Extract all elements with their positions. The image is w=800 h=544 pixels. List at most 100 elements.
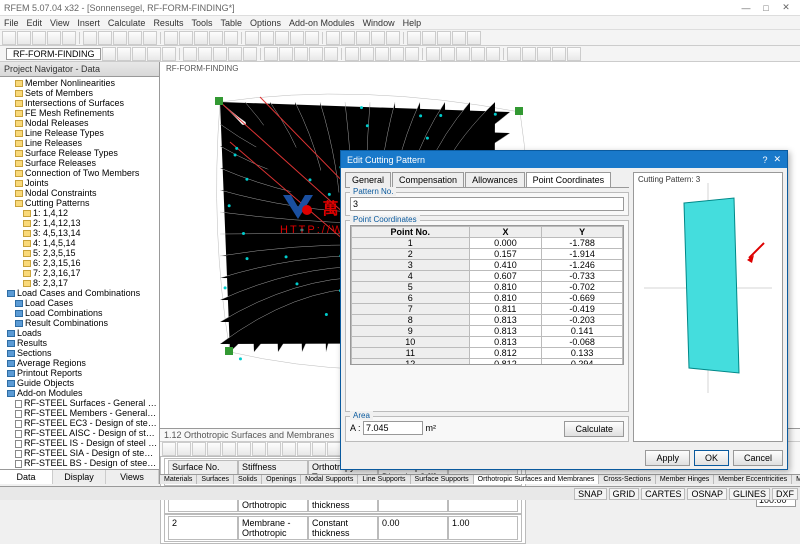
toolbar-button[interactable]	[471, 47, 485, 61]
toolbar-button[interactable]	[260, 31, 274, 45]
tree-item[interactable]: 7: 2,3,16,17	[1, 268, 158, 278]
tree-item[interactable]: Printout Reports	[1, 368, 158, 378]
toolbar-button[interactable]	[213, 47, 227, 61]
pattern-no-input[interactable]	[350, 197, 624, 211]
toolbar-button[interactable]	[567, 47, 581, 61]
toolbar-button[interactable]	[324, 47, 338, 61]
status-cartes[interactable]: CARTES	[641, 488, 685, 500]
toolbar-button[interactable]	[309, 47, 323, 61]
grid-tab[interactable]: Openings	[262, 475, 301, 484]
grid-tab[interactable]: Cross-Sections	[599, 475, 655, 484]
status-snap[interactable]: SNAP	[574, 488, 607, 500]
toolbar-button[interactable]	[386, 31, 400, 45]
tree-item[interactable]: Guide Objects	[1, 378, 158, 388]
toolbar-button[interactable]	[507, 47, 521, 61]
toolbar-button[interactable]	[486, 47, 500, 61]
dialog-close-icon[interactable]: ✕	[773, 154, 781, 165]
toolbar-button[interactable]	[467, 31, 481, 45]
menu-results[interactable]: Results	[153, 18, 183, 28]
dialog-tab-compensation[interactable]: Compensation	[392, 172, 464, 187]
toolbar-button[interactable]	[143, 31, 157, 45]
tree-item[interactable]: Cutting Patterns	[1, 198, 158, 208]
grid-tab[interactable]: Nodal Supports	[301, 475, 358, 484]
toolbar-button[interactable]	[117, 47, 131, 61]
toolbar-button[interactable]	[375, 47, 389, 61]
dialog-tab-point-coordinates[interactable]: Point Coordinates	[526, 172, 612, 187]
toolbar-button[interactable]	[407, 31, 421, 45]
toolbar-button[interactable]	[441, 47, 455, 61]
tree-item[interactable]: Surface Releases	[1, 158, 158, 168]
ok-button[interactable]: OK	[694, 450, 729, 466]
area-input[interactable]	[363, 421, 423, 435]
dialog-help-icon[interactable]: ?	[762, 155, 767, 165]
menu-edit[interactable]: Edit	[27, 18, 43, 28]
toolbar-button[interactable]	[552, 47, 566, 61]
tree-item[interactable]: RF-STEEL AISC - Design of steel members …	[1, 428, 158, 438]
tree-item[interactable]: 3: 4,5,13,14	[1, 228, 158, 238]
toolbar-button[interactable]	[209, 31, 223, 45]
toolbar-button[interactable]	[47, 31, 61, 45]
tree-item[interactable]: Result Combinations	[1, 318, 158, 328]
toolbar-button[interactable]	[426, 47, 440, 61]
toolbar-button[interactable]	[456, 47, 470, 61]
toolbar-button[interactable]	[356, 31, 370, 45]
tree-item[interactable]: Loads	[1, 328, 158, 338]
cancel-button[interactable]: Cancel	[733, 450, 783, 466]
tree-item[interactable]: Member Nonlinearities	[1, 78, 158, 88]
status-glines[interactable]: GLINES	[729, 488, 770, 500]
toolbar-button[interactable]	[164, 31, 178, 45]
coordinates-table[interactable]: Point No.XY10.000-1.78820.157-1.91430.41…	[351, 226, 623, 365]
toolbar-button[interactable]	[360, 47, 374, 61]
tree-item[interactable]: RF-STEEL Surfaces - General stress analy…	[1, 398, 158, 408]
toolbar-button[interactable]	[294, 47, 308, 61]
dialog-tab-allowances[interactable]: Allowances	[465, 172, 525, 187]
tree-item[interactable]: Nodal Constraints	[1, 188, 158, 198]
toolbar-button[interactable]	[198, 47, 212, 61]
tree-item[interactable]: Nodal Releases	[1, 118, 158, 128]
toolbar-button[interactable]	[2, 31, 16, 45]
toolbar-button[interactable]	[162, 47, 176, 61]
tree-item[interactable]: 8: 2,3,17	[1, 278, 158, 288]
toolbar-button[interactable]	[113, 31, 127, 45]
dialog-tab-general[interactable]: General	[345, 172, 391, 187]
tree-item[interactable]: 2: 1,4,12,13	[1, 218, 158, 228]
menu-help[interactable]: Help	[403, 18, 422, 28]
tree-item[interactable]: RF-STEEL Members - General stress analys…	[1, 408, 158, 418]
grid-tab[interactable]: Materials	[160, 475, 197, 484]
tree-item[interactable]: FE Mesh Refinements	[1, 108, 158, 118]
toolbar-button[interactable]	[147, 47, 161, 61]
tree-item[interactable]: Line Release Types	[1, 128, 158, 138]
toolbar-button[interactable]	[341, 31, 355, 45]
toolbar-button[interactable]	[305, 31, 319, 45]
toolbar-button[interactable]	[405, 47, 419, 61]
toolbar-button[interactable]	[228, 47, 242, 61]
grid-tab[interactable]: Surface Supports	[411, 475, 474, 484]
toolbar-button[interactable]	[243, 47, 257, 61]
close-icon[interactable]: ✕	[776, 2, 796, 13]
toolbar-button[interactable]	[17, 31, 31, 45]
menu-window[interactable]: Window	[363, 18, 395, 28]
toolbar-button[interactable]	[62, 31, 76, 45]
tree-item[interactable]: Add-on Modules	[1, 388, 158, 398]
toolbar-button[interactable]	[264, 47, 278, 61]
toolbar-button[interactable]	[194, 31, 208, 45]
toolbar-button[interactable]	[390, 47, 404, 61]
tree-item[interactable]: Connection of Two Members	[1, 168, 158, 178]
toolbar-button[interactable]	[83, 31, 97, 45]
tree-item[interactable]: RF-STEEL BS - Design of steel members ac…	[1, 458, 158, 468]
toolbar-button[interactable]	[345, 47, 359, 61]
status-osnap[interactable]: OSNAP	[687, 488, 727, 500]
toolbar-button[interactable]	[132, 47, 146, 61]
tree-item[interactable]: Load Combinations	[1, 308, 158, 318]
toolbar-button[interactable]	[290, 31, 304, 45]
tree-item[interactable]: 6: 2,3,15,16	[1, 258, 158, 268]
nav-tab-data[interactable]: Data	[0, 470, 53, 484]
menu-insert[interactable]: Insert	[77, 18, 100, 28]
toolbar-button[interactable]	[422, 31, 436, 45]
menu-file[interactable]: File	[4, 18, 19, 28]
status-grid[interactable]: GRID	[609, 488, 640, 500]
grid-tab[interactable]: Surfaces	[197, 475, 234, 484]
apply-button[interactable]: Apply	[645, 450, 690, 466]
menu-add-on-modules[interactable]: Add-on Modules	[289, 18, 355, 28]
toolbar-button[interactable]	[245, 31, 259, 45]
